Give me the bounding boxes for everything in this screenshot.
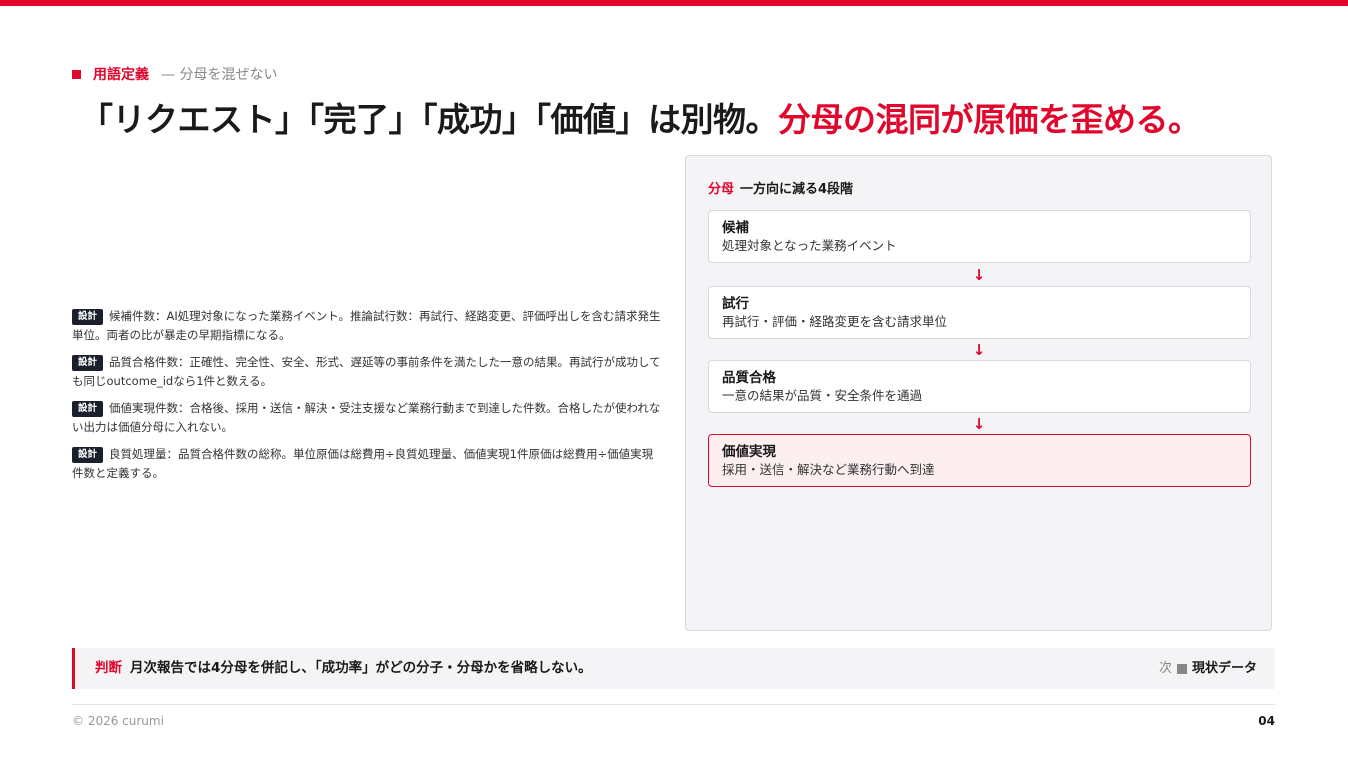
stage-description: 一意の結果が品質・安全条件を通過 (722, 388, 923, 403)
footer-divider (72, 704, 1275, 705)
stage-card-attempt: 試行 再試行・評価・経路変更を含む請求単位 (708, 286, 1251, 339)
stage-title: 候補 (722, 220, 749, 236)
panel-heading-text: 一方向に減る4段階 (740, 182, 854, 197)
square-marker-icon (1176, 663, 1187, 674)
copyright: © 2026 curumi (72, 714, 164, 728)
title-main: 「リクエスト」「完了」「成功」「価値」は別物。 (80, 100, 779, 139)
judgment-callout: 判断 月次報告では4分母を併記し、「成功率」がどの分子・分母かを省略しない。 次 … (72, 648, 1275, 689)
note-item: 設計 価値実現件数：合格後、採用・送信・解決・受注支援など業務行動まで到達した件数… (72, 399, 664, 437)
stage-card-candidate: 候補 処理対象となった業務イベント (708, 210, 1251, 263)
stage-card-quality-pass: 品質合格 一意の結果が品質・安全条件を通過 (708, 360, 1251, 413)
design-badge: 設計 (72, 401, 104, 417)
title-accent: 分母の混同が原価を歪める。 (778, 100, 1201, 139)
judgment-label: 判断 (95, 660, 122, 676)
next-section-link[interactable]: 次 現状データ (1159, 648, 1257, 689)
page-title: 「リクエスト」「完了」「成功」「価値」は別物。分母の混同が原価を歪める。 (80, 93, 1280, 141)
panel-heading-label: 分母 (708, 182, 735, 197)
eyebrow-label: 用語定義 (93, 67, 149, 83)
note-item: 設計 良質処理量：品質合格件数の総称。単位原価は総費用÷良質処理量、価値実現1件原… (72, 445, 664, 483)
judgment-content: 判断 月次報告では4分母を併記し、「成功率」がどの分子・分母かを省略しない。 (95, 648, 592, 689)
note-text: 良質処理量：品質合格件数の総称。単位原価は総費用÷良質処理量、価値実現1件原価は… (72, 447, 654, 480)
denominator-panel: 分母 一方向に減る4段階 候補 処理対象となった業務イベント ↓ 試行 再試行・評… (685, 155, 1272, 631)
square-marker-icon (72, 69, 81, 79)
page-number: 04 (1258, 714, 1275, 728)
stage-title: 価値実現 (722, 444, 776, 460)
note-text: 候補件数：AI処理対象になった業務イベント。推論試行数：再試行、経路変更、評価呼… (72, 309, 661, 342)
down-arrow-icon: ↓ (972, 341, 986, 359)
definition-notes: 設計 候補件数：AI処理対象になった業務イベント。推論試行数：再試行、経路変更、評… (72, 307, 664, 491)
note-item: 設計 候補件数：AI処理対象になった業務イベント。推論試行数：再試行、経路変更、評… (72, 307, 664, 345)
note-text: 価値実現件数：合格後、採用・送信・解決・受注支援など業務行動まで到達した件数。合… (72, 401, 661, 434)
stage-card-value-realized: 価値実現 採用・送信・解決など業務行動へ到達 (708, 434, 1251, 487)
stage-title: 試行 (722, 296, 749, 312)
stage-description: 採用・送信・解決など業務行動へ到達 (722, 462, 935, 477)
design-badge: 設計 (72, 355, 104, 371)
eyebrow-subtitle: — 分母を混ぜない (161, 67, 278, 83)
stage-description: 再試行・評価・経路変更を含む請求単位 (722, 314, 948, 329)
note-item: 設計 品質合格件数：正確性、完全性、安全、形式、遅延等の事前条件を満たした一意の結… (72, 353, 664, 391)
stage-title: 品質合格 (722, 370, 776, 386)
next-prefix: 次 (1158, 661, 1172, 676)
panel-heading: 分母 一方向に減る4段階 (708, 178, 853, 197)
note-text: 品質合格件数：正確性、完全性、安全、形式、遅延等の事前条件を満たした一意の結果。… (72, 355, 661, 388)
section-eyebrow: 用語定義 — 分母を混ぜない (72, 64, 277, 84)
top-accent-bar (0, 0, 1348, 6)
down-arrow-icon: ↓ (972, 266, 986, 284)
judgment-text: 月次報告では4分母を併記し、「成功率」がどの分子・分母かを省略しない。 (130, 660, 592, 676)
next-title: 現状データ (1191, 661, 1257, 676)
down-arrow-icon: ↓ (972, 415, 986, 433)
design-badge: 設計 (72, 447, 104, 463)
stage-description: 処理対象となった業務イベント (722, 238, 897, 253)
design-badge: 設計 (72, 309, 104, 325)
